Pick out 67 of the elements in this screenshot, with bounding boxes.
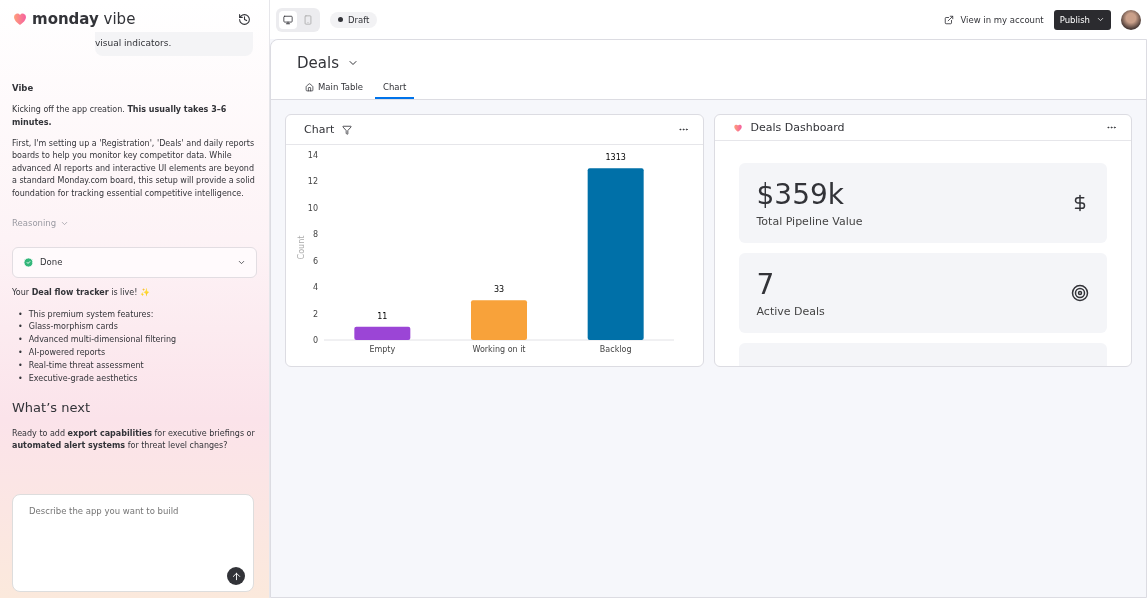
bullet: • [18,347,23,360]
message-text: First, I'm setting up a 'Registration', 'Deals' and daily reports boards to help you monitor key competitor data. While advanced AI reports and interactive UI elements are beyond a standard Monday.com board, this setup will provide a solid foundation for tracking essential competitive intelligence. [12,137,256,200]
board-tab[interactable]: Main Table [297,78,371,99]
message-text: Your Deal flow tracker is live! ✨ [12,287,151,300]
bullet: • [18,308,23,321]
arrow-up-icon [230,570,242,582]
chat-bubble: visual indicators. [95,32,253,56]
chevron-icon [1096,15,1105,24]
axis-title: Count [297,235,307,260]
external-link-icon [944,14,955,25]
prompt-field[interactable]: Describe the app you want to build [27,505,245,517]
tick-label: 0 [313,336,319,345]
list-item: This premium system features: [28,308,154,321]
history-icon[interactable] [238,12,251,26]
tick-label: 4 [313,283,319,293]
status-dropdown[interactable]: Done [12,247,257,279]
publish-button[interactable]: Publish [1053,9,1111,30]
chevron-icon [60,219,70,228]
desktop-view-button[interactable] [279,10,297,29]
value-label: 33 [494,285,505,295]
stat-value: 7 [756,268,776,301]
message-text: Ready to add export capabilities for executive briefings or automated alert systems for threat level changes? [12,427,256,452]
bullet: • [18,334,23,347]
category-label: Working on it [472,345,526,354]
tick-label: 8 [313,230,319,240]
heart-logo-icon [12,11,28,27]
target-icon [1071,284,1089,302]
section-title: What’s next [12,399,91,418]
bullet: • [18,359,23,372]
list-item: Advanced multi-dimensional filtering [28,334,177,347]
home-icon [305,82,314,92]
message-text: Kicking off the app creation. This usually takes 3–6 minutes. [12,104,228,129]
mobile-icon [303,14,313,25]
bullet: • [18,321,23,334]
tick-label: 12 [308,177,319,187]
category-label: Backlog [600,345,632,354]
check-icon [23,257,34,269]
list-item: Glass-morphism cards [28,321,118,334]
stat-label: Total Pipeline Value [756,215,864,228]
tick-label: 6 [313,256,319,266]
filter-icon[interactable] [342,124,353,135]
stat-label: Active Deals [756,305,826,318]
avatar [1121,9,1141,30]
bar [354,326,411,340]
tick-label: 10 [308,203,319,213]
widget-title: Chart [304,123,335,136]
widget-title: Deals Dashboard [750,121,845,134]
tick-label: 14 [308,151,319,160]
bullet: • [18,372,23,385]
bar [471,300,528,340]
status-badge: Draft [330,11,378,28]
send-button[interactable] [227,567,245,585]
board-tab[interactable]: Chart [375,78,415,99]
author-name: Vibe [12,82,35,95]
board-title: Deals [297,54,339,72]
view-account-link[interactable]: View in my account [944,14,1044,25]
value-label: 11 [377,311,388,321]
list-item: Real-time threat assessment [28,359,144,372]
category-label: Empty [369,345,396,354]
desktop-icon [283,14,293,25]
list-item: AI-powered reports [28,347,106,360]
list-item: Executive-grade aesthetics [28,372,138,385]
logo-text: monday vibe [32,10,136,28]
tick-label: 2 [313,309,319,319]
value-label: 1313 [605,153,627,163]
heart-logo-icon [732,122,743,133]
stat-value: $359k [756,178,845,211]
